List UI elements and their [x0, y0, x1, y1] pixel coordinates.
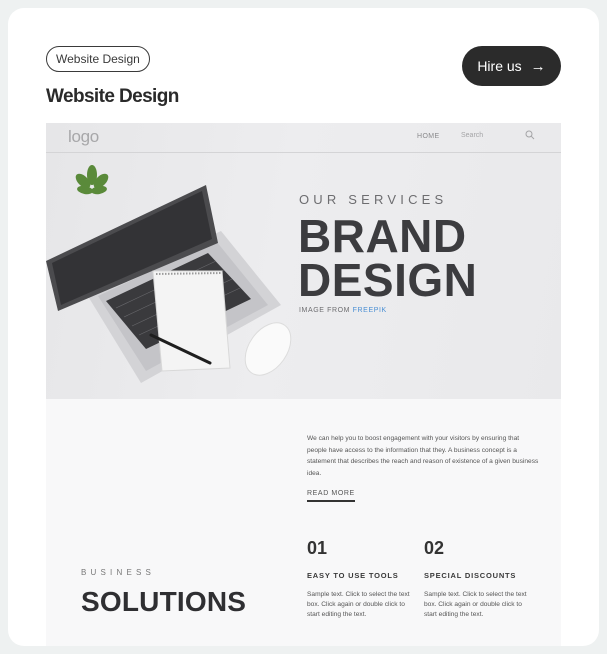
image-credit: IMAGE FROM FREEPIK: [299, 307, 387, 314]
feature-description: Sample text. Click to select the text bo…: [424, 591, 527, 618]
portfolio-card: Website Design Website Design Hire us → …: [8, 8, 599, 646]
read-more-link[interactable]: READ MORE: [307, 490, 355, 502]
hire-us-label: Hire us: [477, 58, 522, 74]
freepik-link[interactable]: FREEPIK: [353, 307, 387, 314]
preview-navbar: logo HOME Search: [46, 123, 561, 153]
image-credit-prefix: IMAGE FROM: [299, 307, 353, 314]
hero-section: logo HOME Search OUR SERVICES BRAND DESI…: [46, 123, 561, 399]
feature-item: 02 SPECIAL DISCOUNTS Sample text. Click …: [424, 538, 536, 620]
website-preview[interactable]: logo HOME Search OUR SERVICES BRAND DESI…: [46, 123, 561, 646]
preview-logo: logo: [68, 127, 99, 146]
feature-title: EASY TO USE TOOLS: [307, 571, 399, 580]
section-kicker: BUSINESS: [81, 568, 156, 577]
section-title: SOLUTIONS: [81, 586, 247, 617]
feature-number: 02: [424, 538, 445, 558]
hero-kicker: OUR SERVICES: [299, 192, 448, 207]
search-icon: [525, 130, 535, 140]
card-title: Website Design: [46, 86, 179, 107]
hire-us-button[interactable]: Hire us →: [462, 46, 561, 86]
arrow-right-icon: →: [530, 57, 546, 75]
feature-item: 01 EASY TO USE TOOLS Sample text. Click …: [307, 538, 419, 620]
laptop-illustration: [46, 165, 292, 383]
intro-paragraph: We can help you to boost engagement with…: [307, 435, 539, 477]
hero-headline-line-1: BRAND: [298, 210, 467, 262]
category-tag[interactable]: Website Design: [46, 46, 150, 72]
content-section: We can help you to boost engagement with…: [46, 399, 561, 646]
hero-headline-line-2: DESIGN: [298, 254, 478, 306]
feature-title: SPECIAL DISCOUNTS: [424, 571, 517, 580]
feature-number: 01: [307, 538, 328, 558]
preview-nav-home: HOME: [417, 133, 440, 140]
preview-search-text: Search: [461, 132, 484, 139]
feature-description: Sample text. Click to select the text bo…: [307, 591, 410, 618]
